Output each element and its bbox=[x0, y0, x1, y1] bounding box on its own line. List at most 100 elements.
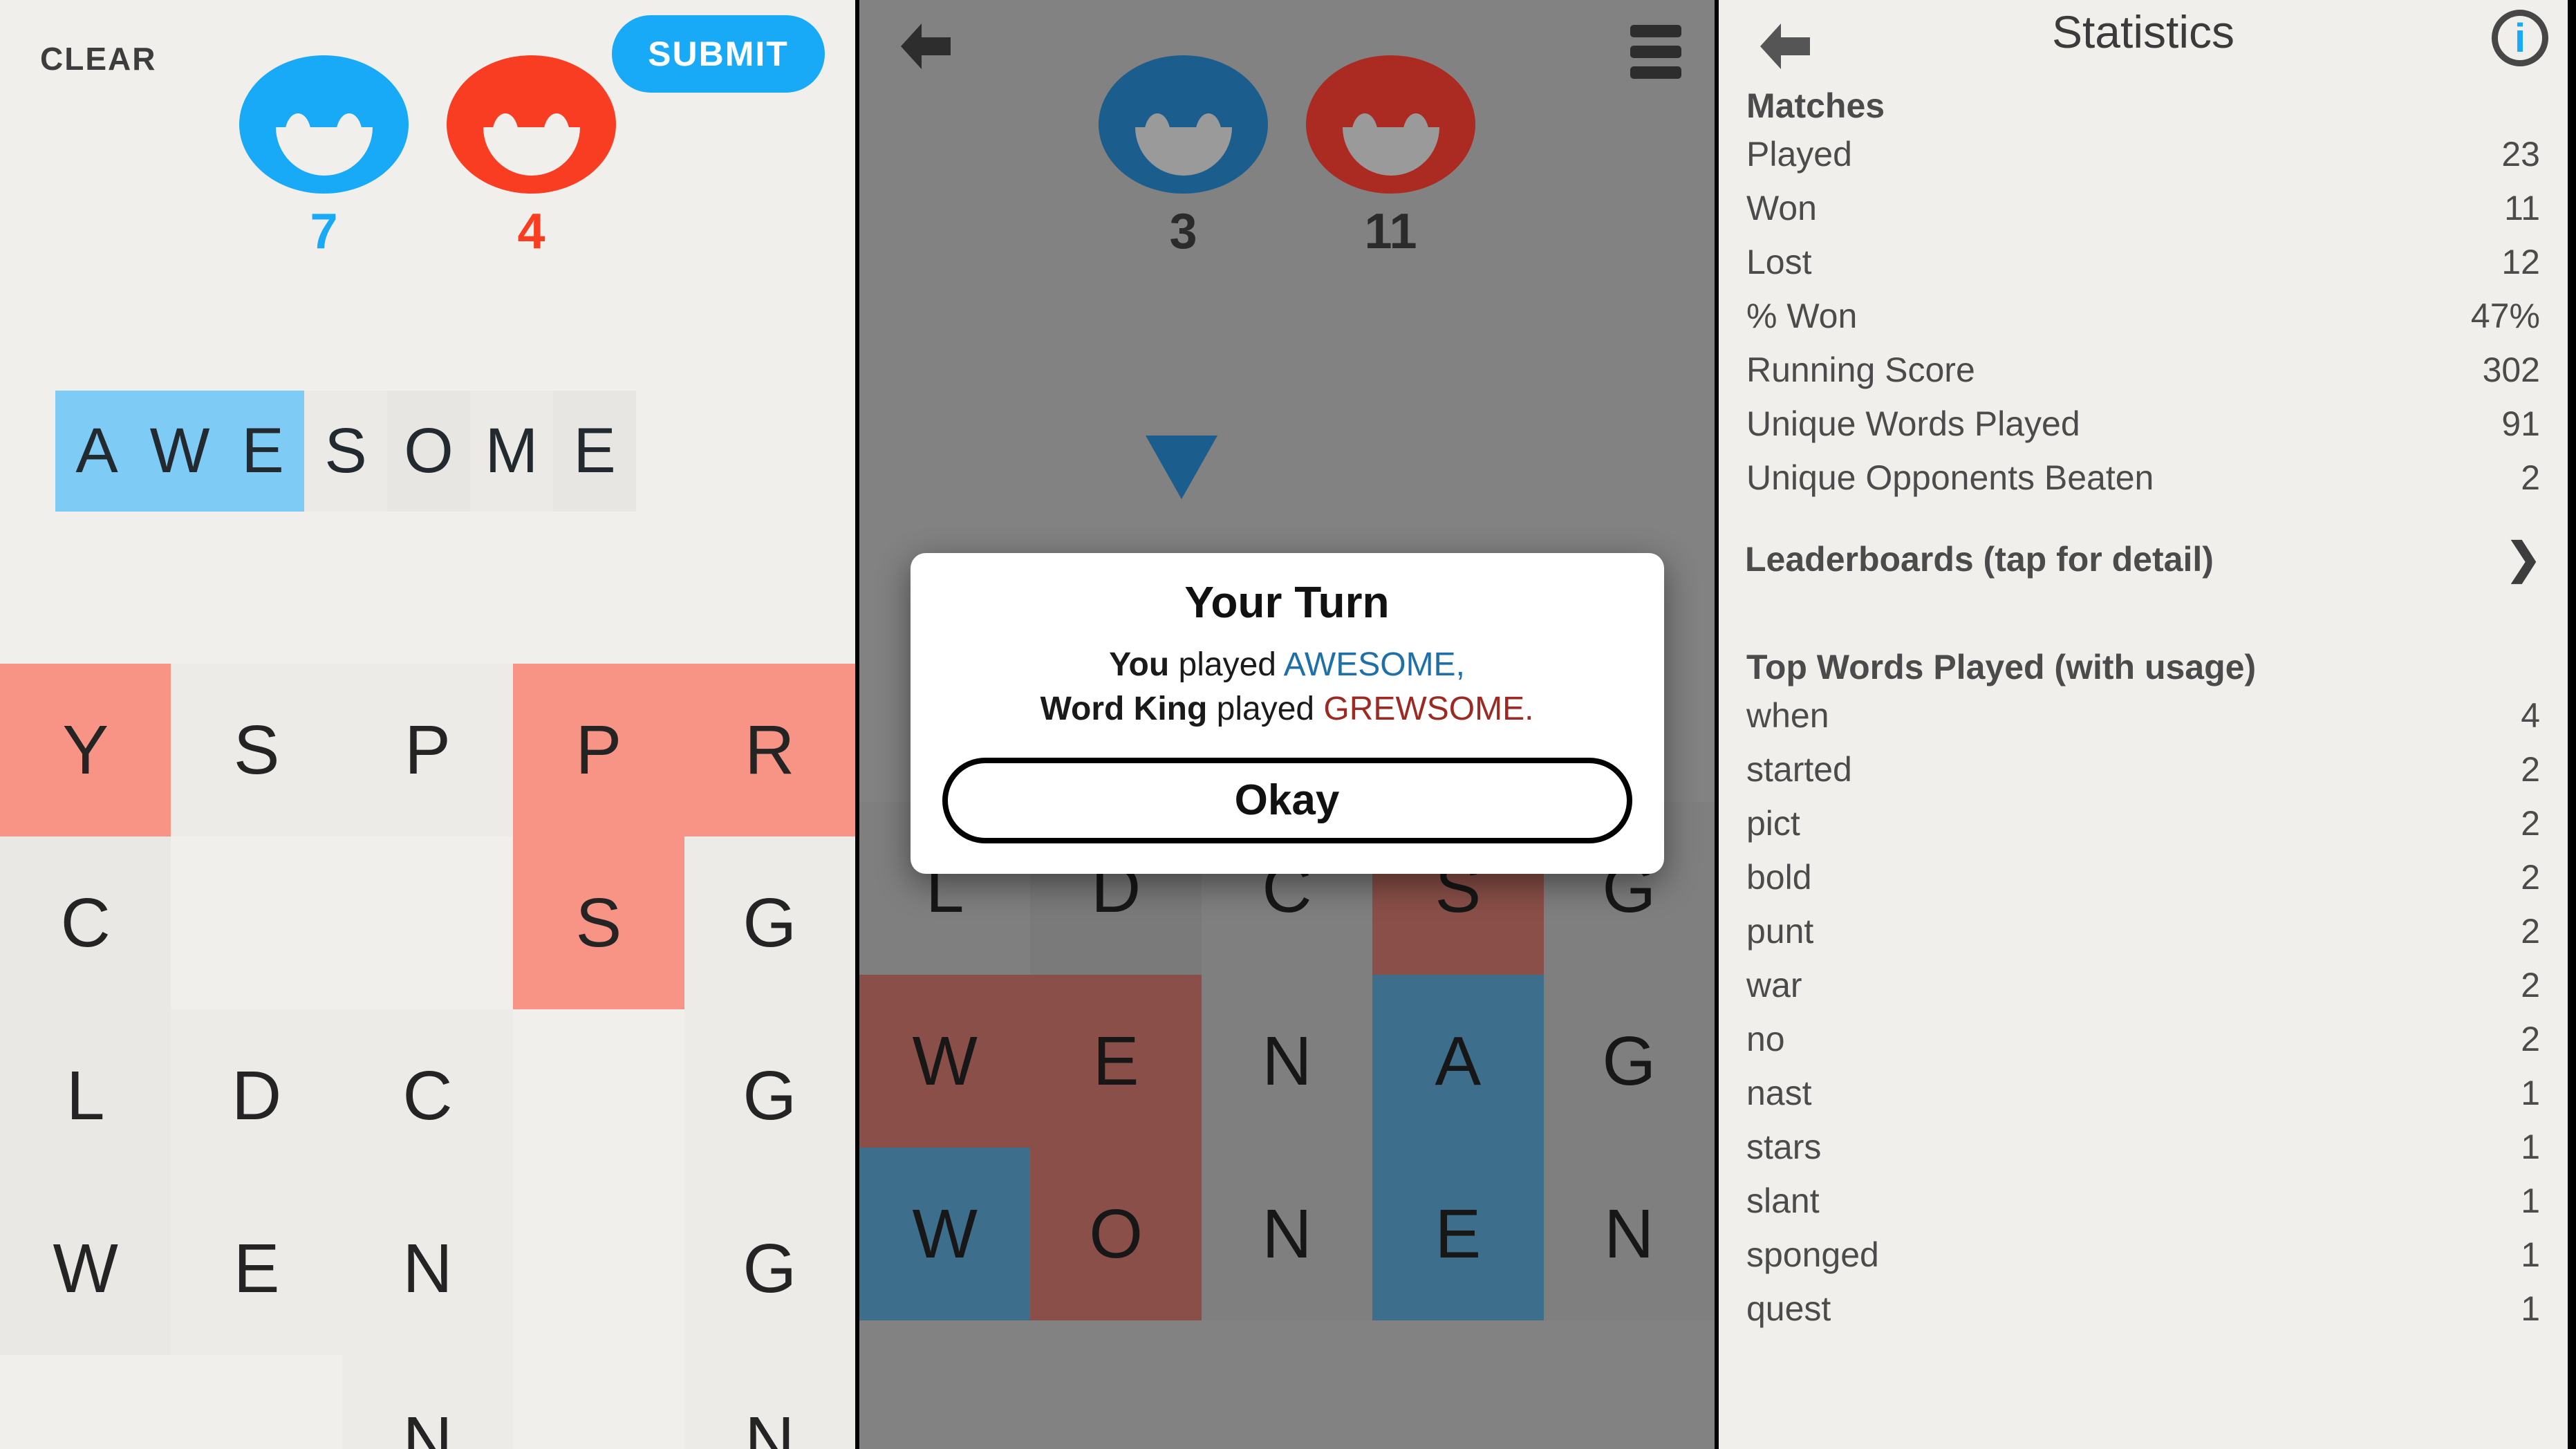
dialog-player-word: AWESOME, bbox=[1283, 646, 1465, 683]
stat-label: Unique Words Played bbox=[1746, 404, 2080, 443]
grid-cell[interactable]: E bbox=[171, 1182, 342, 1355]
grid-cell[interactable] bbox=[171, 1355, 342, 1449]
stat-row: punt 2 bbox=[1719, 904, 2568, 958]
grid-cell[interactable]: R bbox=[684, 664, 855, 836]
avatar-mouth bbox=[483, 127, 580, 176]
chevron-right-icon: ❯ bbox=[2505, 535, 2541, 583]
scoreboard: 7 4 bbox=[0, 55, 855, 260]
stat-value: 91 bbox=[2501, 404, 2540, 443]
grid-cell[interactable] bbox=[342, 836, 514, 1009]
menu-line bbox=[1630, 25, 1681, 37]
grid-cell[interactable] bbox=[513, 1355, 684, 1449]
grid-cell[interactable]: N bbox=[1201, 1148, 1373, 1320]
dialog-title: Your Turn bbox=[1184, 577, 1390, 627]
player-scoreboard: 7 bbox=[238, 55, 411, 260]
grid-cell[interactable] bbox=[171, 836, 342, 1009]
grid-cell[interactable]: C bbox=[0, 836, 171, 1009]
stat-value: 2 bbox=[2521, 966, 2540, 1004]
tray-tile[interactable]: W bbox=[138, 391, 221, 512]
stat-value: 2 bbox=[2521, 912, 2540, 951]
stat-value: 1 bbox=[2521, 1289, 2540, 1328]
grid-cell[interactable]: C bbox=[342, 1009, 514, 1182]
leaderboards-label: Leaderboards (tap for detail) bbox=[1745, 540, 2214, 579]
grid-cell[interactable]: S bbox=[513, 836, 684, 1009]
stat-label: sponged bbox=[1746, 1235, 1879, 1274]
grid-cell[interactable] bbox=[513, 1009, 684, 1182]
grid-cell[interactable]: G bbox=[684, 1182, 855, 1355]
stat-label: when bbox=[1746, 696, 1829, 735]
info-icon[interactable]: i bbox=[2492, 10, 2548, 66]
grid-cell[interactable]: O bbox=[1030, 1148, 1202, 1320]
stat-value: 4 bbox=[2521, 696, 2540, 735]
matches-heading: Matches bbox=[1746, 86, 1885, 125]
letter-grid[interactable]: YSPPRCSGLDCGWENGNN bbox=[0, 664, 855, 1449]
grid-cell[interactable]: G bbox=[684, 1009, 855, 1182]
grid-cell[interactable] bbox=[0, 1355, 171, 1449]
stat-value: 11 bbox=[2504, 189, 2540, 227]
stat-label: pict bbox=[1746, 804, 1800, 843]
grid-cell[interactable]: A bbox=[1372, 975, 1544, 1148]
statistics-panel: Statistics i Matches Played 23 Won 11 Lost 12… bbox=[1719, 0, 2568, 1449]
stat-value: 302 bbox=[2482, 350, 2540, 389]
scoreboard: 3 11 bbox=[859, 55, 1715, 260]
stat-value: 1 bbox=[2521, 1074, 2540, 1112]
grid-cell[interactable]: N bbox=[342, 1355, 514, 1449]
top-words-heading: Top Words Played (with usage) bbox=[1746, 648, 2257, 686]
grid-cell[interactable]: W bbox=[859, 975, 1031, 1148]
dimmed-board-panel: 3 11 LDCSGWENAGWONEN Your Turn You playe… bbox=[859, 0, 1719, 1449]
grid-cell[interactable]: Y bbox=[0, 664, 171, 836]
grid-cell[interactable]: G bbox=[1543, 975, 1715, 1148]
grid-cell[interactable]: W bbox=[0, 1182, 171, 1355]
stat-label: started bbox=[1746, 750, 1852, 789]
grid-cell[interactable]: N bbox=[1543, 1148, 1715, 1320]
stat-label: Played bbox=[1746, 135, 1852, 174]
grid-cell[interactable]: E bbox=[1372, 1148, 1544, 1320]
tray-tile[interactable]: E bbox=[221, 391, 304, 512]
stat-label: bold bbox=[1746, 858, 1812, 897]
leaderboards-row[interactable]: Leaderboards (tap for detail) ❯ bbox=[1719, 538, 2568, 581]
stat-row: Unique Words Played 91 bbox=[1719, 397, 2568, 451]
down-caret-icon bbox=[1145, 436, 1217, 499]
dialog-played-label: played bbox=[1207, 690, 1324, 727]
stat-value: 23 bbox=[2501, 135, 2540, 174]
grid-cell[interactable] bbox=[513, 1182, 684, 1355]
word-tray[interactable]: AWESOME bbox=[55, 391, 636, 512]
grid-cell[interactable]: S bbox=[171, 664, 342, 836]
grid-cell[interactable]: G bbox=[684, 836, 855, 1009]
stat-label: nast bbox=[1746, 1074, 1812, 1112]
stat-row: Lost 12 bbox=[1719, 235, 2568, 289]
stat-row: Won 11 bbox=[1719, 181, 2568, 235]
grid-cell[interactable]: P bbox=[342, 664, 514, 836]
stat-value: 2 bbox=[2521, 804, 2540, 843]
dialog-line-2: Word King played GREWSOME. bbox=[942, 687, 1632, 731]
grid-cell[interactable]: N bbox=[684, 1355, 855, 1449]
opponent-score: 11 bbox=[1364, 204, 1417, 259]
stat-row: quest 1 bbox=[1719, 1282, 2568, 1336]
avatar-mouth bbox=[275, 127, 373, 176]
grid-cell[interactable]: D bbox=[171, 1009, 342, 1182]
grid-cell[interactable]: W bbox=[859, 1148, 1031, 1320]
grid-cell[interactable]: N bbox=[1201, 975, 1373, 1148]
stat-label: Won bbox=[1746, 189, 1817, 227]
grid-cell[interactable]: N bbox=[342, 1182, 514, 1355]
stat-row: when 4 bbox=[1719, 689, 2568, 742]
tray-tile[interactable]: M bbox=[470, 391, 553, 512]
tray-tile[interactable]: E bbox=[553, 391, 636, 512]
top-words-list: when 4 started 2 pict 2 bold 2 punt 2 war 2 no 2 nast 1… bbox=[1719, 689, 2568, 1336]
player-scoreboard: 3 bbox=[1097, 55, 1270, 260]
tray-tile[interactable]: A bbox=[55, 391, 138, 512]
tray-tile[interactable]: S bbox=[304, 391, 387, 512]
dialog-opponent-label: Word King bbox=[1040, 690, 1208, 727]
player-score: 7 bbox=[310, 204, 338, 259]
matches-list: Played 23 Won 11 Lost 12 % Won 47% Running Score… bbox=[1719, 127, 2568, 505]
okay-button[interactable]: Okay bbox=[942, 757, 1632, 843]
tray-tile[interactable]: O bbox=[387, 391, 470, 512]
stat-row: bold 2 bbox=[1719, 850, 2568, 904]
grid-cell[interactable]: L bbox=[0, 1009, 171, 1182]
stat-label: punt bbox=[1746, 912, 1814, 951]
grid-cell[interactable]: E bbox=[1030, 975, 1202, 1148]
grid-cell[interactable]: P bbox=[513, 664, 684, 836]
player-avatar-icon bbox=[1099, 55, 1268, 194]
page-title: Statistics bbox=[2051, 6, 2235, 57]
